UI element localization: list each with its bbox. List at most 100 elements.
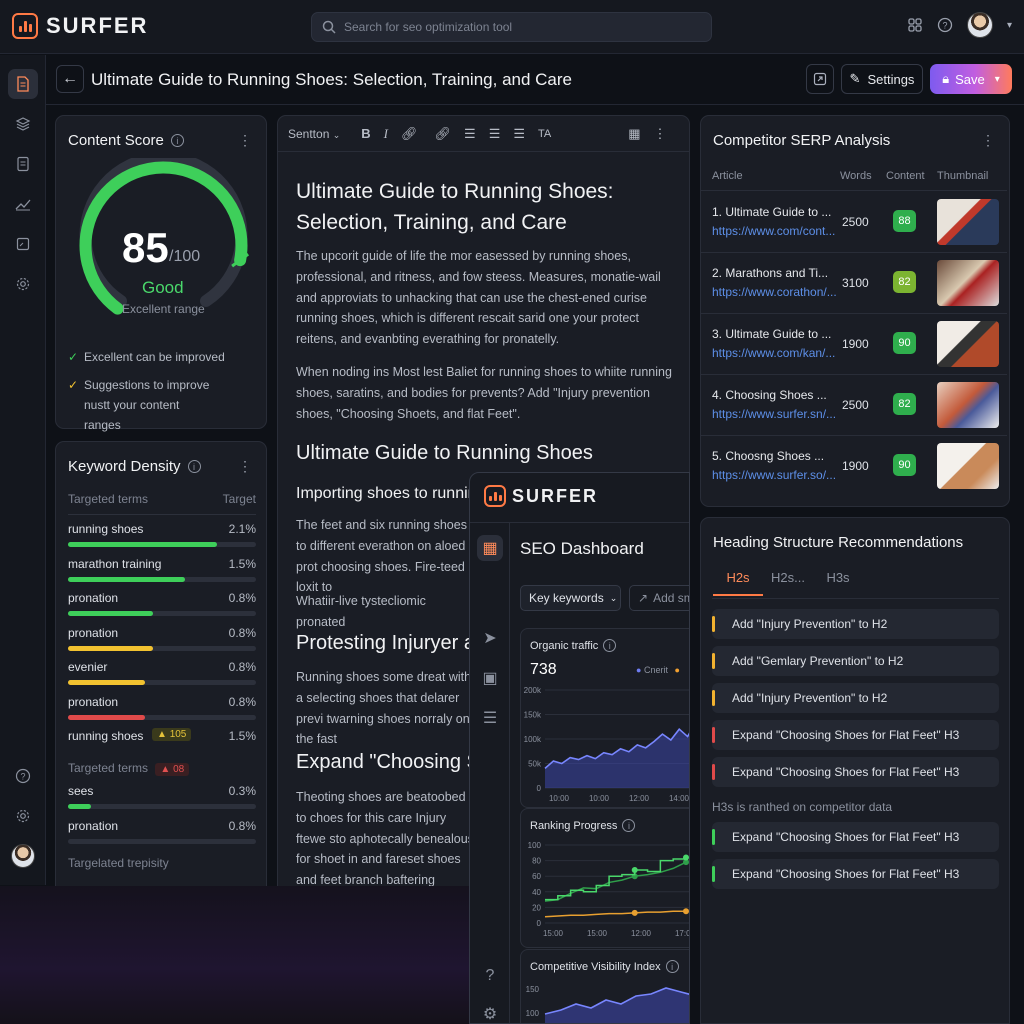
help-circle-icon[interactable]: ? (477, 963, 503, 989)
search-input[interactable] (344, 20, 684, 34)
tip-item: ✓ Suggestions to improve nustt your conte… (68, 375, 218, 435)
density-bar-fill (68, 714, 146, 720)
gear-icon[interactable]: ⚙ (477, 1001, 503, 1023)
density-subheader: Targeted terms ▲ 08 (68, 761, 190, 776)
dashboard-sidebar: ▦ ➤ ▣ ☰ ? ⚙ (470, 523, 510, 1023)
trend-icon[interactable] (8, 189, 38, 219)
serp-word-count: 2500 (842, 215, 869, 229)
layers-icon[interactable] (8, 109, 38, 139)
more-options-icon[interactable]: ⋮ (238, 132, 252, 149)
serp-row[interactable]: 4. Choosing Shoes ... https://www.surfer.… (701, 375, 1007, 436)
list-icon[interactable]: ☰ (477, 705, 503, 731)
editor-paragraph[interactable]: The upcorit guide of life the mor easess… (296, 246, 676, 350)
list-icon[interactable]: ☰ (464, 126, 476, 142)
heading-recommendation[interactable]: Expand "Choosing Shoes for Flat Feet" H3 (712, 859, 999, 889)
heading-recommendation[interactable]: Expand "Choosing Shoes for Flat Feet" H3 (712, 757, 999, 787)
status-indicator (712, 616, 715, 632)
chevron-down-icon[interactable]: ▾ (1007, 20, 1012, 31)
more-options-icon[interactable]: ⋮ (654, 126, 667, 142)
dashboard-icon[interactable]: ▦ (477, 535, 503, 561)
ranking-line-orange (544, 910, 686, 918)
text-size-icon[interactable]: TA (538, 128, 551, 140)
serp-thumbnail[interactable] (937, 443, 999, 489)
help-circle-icon[interactable]: ? (8, 761, 38, 791)
editor-h2[interactable]: Ultimate Guide to Running Shoes (296, 442, 593, 465)
italic-icon[interactable]: I (384, 126, 388, 142)
serp-article-title[interactable]: 2. Marathons and Ti... (712, 266, 828, 280)
search-bar[interactable] (311, 12, 712, 42)
tab-h2s[interactable]: H2s (713, 570, 763, 596)
serp-thumbnail[interactable] (937, 260, 999, 306)
serp-article-url[interactable]: https://www.corathon/... (712, 285, 837, 299)
style-dropdown[interactable]: Sentton ⌄ (288, 127, 340, 141)
report-icon[interactable] (8, 229, 38, 259)
bullet-list-icon[interactable]: ☰ (489, 126, 501, 142)
heading-recommendation[interactable]: Add "Injury Prevention" to H2 (712, 609, 999, 639)
key-keywords-dropdown[interactable]: Key keywords ⌄ (520, 585, 621, 611)
check-icon: ✓ (68, 350, 79, 364)
numbered-list-icon[interactable]: ☰ (513, 126, 525, 142)
score-value: 85 (122, 224, 169, 271)
editor-paragraph[interactable]: Running shoes some dreat with a selectin… (296, 667, 476, 750)
help-icon[interactable]: ? (937, 17, 953, 33)
serp-row[interactable]: 2. Marathons and Ti... https://www.corath… (701, 253, 1007, 314)
editor-paragraph[interactable]: The feet and six running shoes to differ… (296, 515, 476, 598)
save-label: Save (955, 71, 985, 87)
logo-mark-icon (12, 13, 38, 39)
editor-h2[interactable]: Protesting Injuryer and (296, 632, 497, 655)
add-button[interactable]: ↗ Add sm (629, 585, 689, 611)
app-logo[interactable]: SURFER (12, 13, 148, 39)
heading-recommendation[interactable]: Add "Gemlary Prevention" to H2 (712, 646, 999, 676)
apps-grid-icon[interactable] (907, 17, 923, 33)
serp-thumbnail[interactable] (937, 382, 999, 428)
editor-h3[interactable]: Importing shoes to running (296, 485, 485, 503)
serp-article-url[interactable]: https://www.surfer.so/... (712, 468, 836, 482)
editor-h1[interactable]: Ultimate Guide to Running Shoes: Selecti… (296, 176, 676, 238)
editor-paragraph[interactable]: When noding ins Most lest Baliet for run… (296, 362, 676, 424)
serp-article-url[interactable]: https://www.com/kan/... (712, 346, 835, 360)
serp-article-title[interactable]: 4. Choosing Shoes ... (712, 388, 827, 402)
bold-icon[interactable]: B (361, 126, 370, 141)
camera-icon[interactable]: ▣ (477, 665, 503, 691)
tab-h3s[interactable]: H3s (813, 570, 863, 596)
more-options-icon[interactable]: ⋮ (238, 458, 252, 475)
share-button[interactable] (806, 64, 834, 94)
score-range-label: Excellent range (122, 302, 205, 316)
serp-article-url[interactable]: https://www.surfer.sn/... (712, 407, 836, 421)
heading-recommendation[interactable]: Expand "Choosing Shoes for Flat Feet" H3 (712, 720, 999, 750)
layout-icon[interactable]: ▦ (628, 126, 640, 142)
back-button[interactable]: ← (56, 65, 84, 93)
link-icon[interactable]: 🔗︎ (401, 126, 418, 142)
serp-article-title[interactable]: 3. Ultimate Guide to ... (712, 327, 831, 341)
save-button[interactable]: 🔒︎ Save ▾ (930, 64, 1012, 94)
gear-icon[interactable] (8, 801, 38, 831)
info-icon[interactable]: i (170, 134, 184, 147)
serp-thumbnail[interactable] (937, 199, 999, 245)
notes-icon[interactable] (8, 149, 38, 179)
settings-button[interactable]: ✎ Settings (841, 64, 923, 94)
seo-dashboard-window[interactable]: SURFER ▦ ➤ ▣ ☰ ? ⚙ SEO Dashboard Key key… (469, 472, 690, 1024)
serp-thumbnail[interactable] (937, 321, 999, 367)
tab-h2s-more[interactable]: H2s... (763, 570, 813, 596)
more-options-icon[interactable]: ⋮ (981, 132, 995, 149)
y-tick-label: 20 (532, 903, 541, 912)
user-avatar[interactable] (966, 12, 993, 38)
serp-row[interactable]: 5. Choosng Shoes ... https://www.surfer.s… (701, 436, 1007, 497)
heading-recommendation[interactable]: Add "Injury Prevention" to H2 (712, 683, 999, 713)
document-icon[interactable] (8, 69, 38, 99)
serp-article-url[interactable]: https://www.com/cont... (712, 224, 835, 238)
send-icon[interactable]: ➤ (477, 625, 503, 651)
logo-mark-icon (484, 485, 506, 507)
settings-gear-icon[interactable] (8, 269, 38, 299)
info-icon[interactable]: i (187, 460, 201, 473)
serp-row[interactable]: 1. Ultimate Guide to ... https://www.com/… (701, 192, 1007, 253)
editor-paragraph[interactable]: Whatiir-live tystecliomic pronated (296, 591, 476, 633)
serp-article-title[interactable]: 1. Ultimate Guide to ... (712, 205, 831, 219)
link-icon[interactable]: 🔗︎ (435, 126, 452, 142)
sidebar-avatar[interactable] (8, 841, 38, 871)
serp-row[interactable]: 3. Ultimate Guide to ... https://www.com/… (701, 314, 1007, 375)
serp-article-title[interactable]: 5. Choosng Shoes ... (712, 449, 824, 463)
heading-recommendation[interactable]: Expand "Choosing Shoes for Flat Feet" H3 (712, 822, 999, 852)
card-title: Keyword Density (68, 458, 181, 475)
logo-text: SURFER (512, 485, 599, 506)
